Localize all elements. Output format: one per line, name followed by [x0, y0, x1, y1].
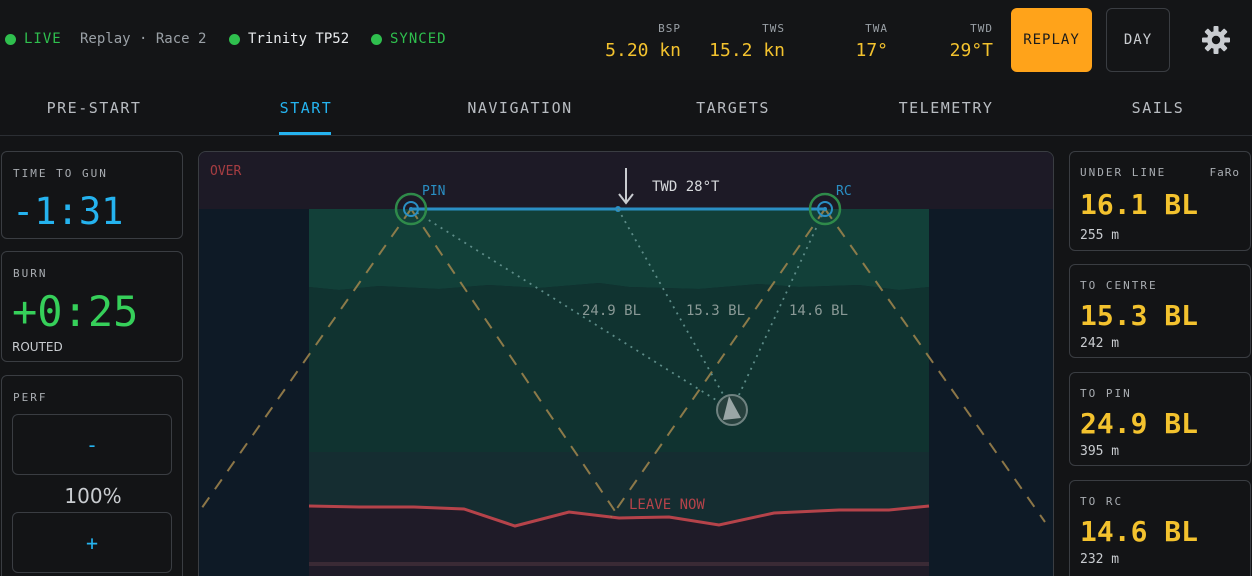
tab-start[interactable]: START [280, 99, 333, 117]
twd-value: 29°T [949, 40, 993, 61]
time-to-gun-value: -1:31 [12, 190, 124, 233]
burn-label: BURN [13, 267, 48, 280]
map-canvas: OVER PIN RC TWD 28°T 24.9 BL 15.3 BL 14.… [199, 152, 1053, 576]
under-line-panel: UNDER LINE FaRo 16.1 BL 255 m [1069, 151, 1251, 251]
tab-pre-start[interactable]: PRE-START [47, 99, 142, 117]
burn-value: +0:25 [12, 287, 139, 336]
perf-panel: PERF - 100% + [1, 375, 183, 576]
bsp-metric: BSP 5.20 kn [605, 22, 681, 61]
tab-sails[interactable]: SAILS [1132, 99, 1185, 117]
tws-metric: TWS 15.2 kn [709, 22, 785, 61]
to-rc-value: 14.6 BL [1080, 515, 1199, 548]
rc-label: RC [836, 184, 852, 199]
to-pin-label: TO PIN [1080, 387, 1132, 400]
boat-dot-icon [229, 33, 240, 45]
to-rc-label: TO RC [1080, 495, 1124, 508]
sync-status: SYNCED [371, 31, 447, 47]
twa-value: 17° [855, 40, 888, 61]
twa-metric: TWA 17° [855, 22, 888, 61]
to-centre-metres: 242 m [1080, 336, 1120, 351]
tws-value: 15.2 kn [709, 40, 785, 61]
distance-rc-label: 14.6 BL [789, 303, 848, 319]
twd-label: TWD [970, 22, 993, 35]
live-status: LIVE [5, 31, 62, 47]
active-tab-indicator [279, 132, 331, 135]
tab-navigation[interactable]: NAVIGATION [467, 99, 572, 117]
perf-value: 100% [64, 484, 122, 508]
burn-panel: BURN +0:25 ROUTED [1, 251, 183, 362]
under-line-label: UNDER LINE [1080, 166, 1167, 179]
distance-centre-label: 15.3 BL [686, 303, 745, 319]
under-line-metres: 255 m [1080, 228, 1120, 243]
bsp-label: BSP [658, 22, 681, 35]
to-pin-value: 24.9 BL [1080, 407, 1199, 440]
boat-icon[interactable] [716, 394, 748, 426]
under-line-tag: FaRo [1209, 166, 1240, 179]
boat-name: Trinity TP52 [248, 31, 350, 47]
bsp-value: 5.20 kn [605, 40, 681, 61]
to-centre-panel: TO CENTRE 15.3 BL 242 m [1069, 264, 1251, 358]
to-centre-label: TO CENTRE [1080, 279, 1158, 292]
tab-telemetry[interactable]: TELEMETRY [899, 99, 994, 117]
perf-label: PERF [13, 391, 48, 404]
sync-label: SYNCED [390, 31, 447, 47]
wind-direction-label: TWD 28°T [652, 179, 720, 195]
live-label: LIVE [24, 31, 62, 47]
replay-button[interactable]: REPLAY [1011, 8, 1092, 72]
session-label: Replay · Race 2 [80, 31, 207, 47]
twa-label: TWA [865, 22, 888, 35]
twd-metric: TWD 29°T [950, 22, 993, 61]
boat-status: Trinity TP52 [229, 31, 349, 47]
distance-pin-label: 24.9 BL [582, 303, 641, 319]
burn-mode-label: ROUTED [12, 340, 63, 354]
gear-icon[interactable] [1200, 24, 1232, 56]
sync-dot-icon [371, 33, 382, 45]
time-to-gun-label: TIME TO GUN [13, 167, 108, 180]
day-mode-button[interactable]: DAY [1106, 8, 1170, 72]
live-dot-icon [5, 33, 16, 45]
time-to-gun-panel: TIME TO GUN -1:31 [1, 151, 183, 239]
perf-increase-button[interactable]: + [12, 512, 172, 573]
to-pin-metres: 395 m [1080, 444, 1120, 459]
leave-now-label: LEAVE NOW [629, 497, 705, 513]
perf-decrease-button[interactable]: - [12, 414, 172, 475]
to-pin-panel: TO PIN 24.9 BL 395 m [1069, 372, 1251, 466]
top-status-bar: LIVE Replay · Race 2 Trinity TP52 SYNCED… [0, 0, 1252, 80]
to-rc-metres: 232 m [1080, 552, 1120, 567]
pin-label: PIN [422, 184, 445, 199]
to-rc-panel: TO RC 14.6 BL 232 m [1069, 480, 1251, 576]
tab-targets[interactable]: TARGETS [696, 99, 770, 117]
tws-label: TWS [762, 22, 785, 35]
to-centre-value: 15.3 BL [1080, 299, 1199, 332]
start-line-map[interactable]: OVER PIN RC TWD 28°T 24.9 BL 15.3 BL 14.… [198, 151, 1054, 576]
tab-bar: PRE-START START NAVIGATION TARGETS TELEM… [0, 80, 1252, 136]
over-label: OVER [210, 164, 241, 179]
under-line-value: 16.1 BL [1080, 188, 1199, 221]
